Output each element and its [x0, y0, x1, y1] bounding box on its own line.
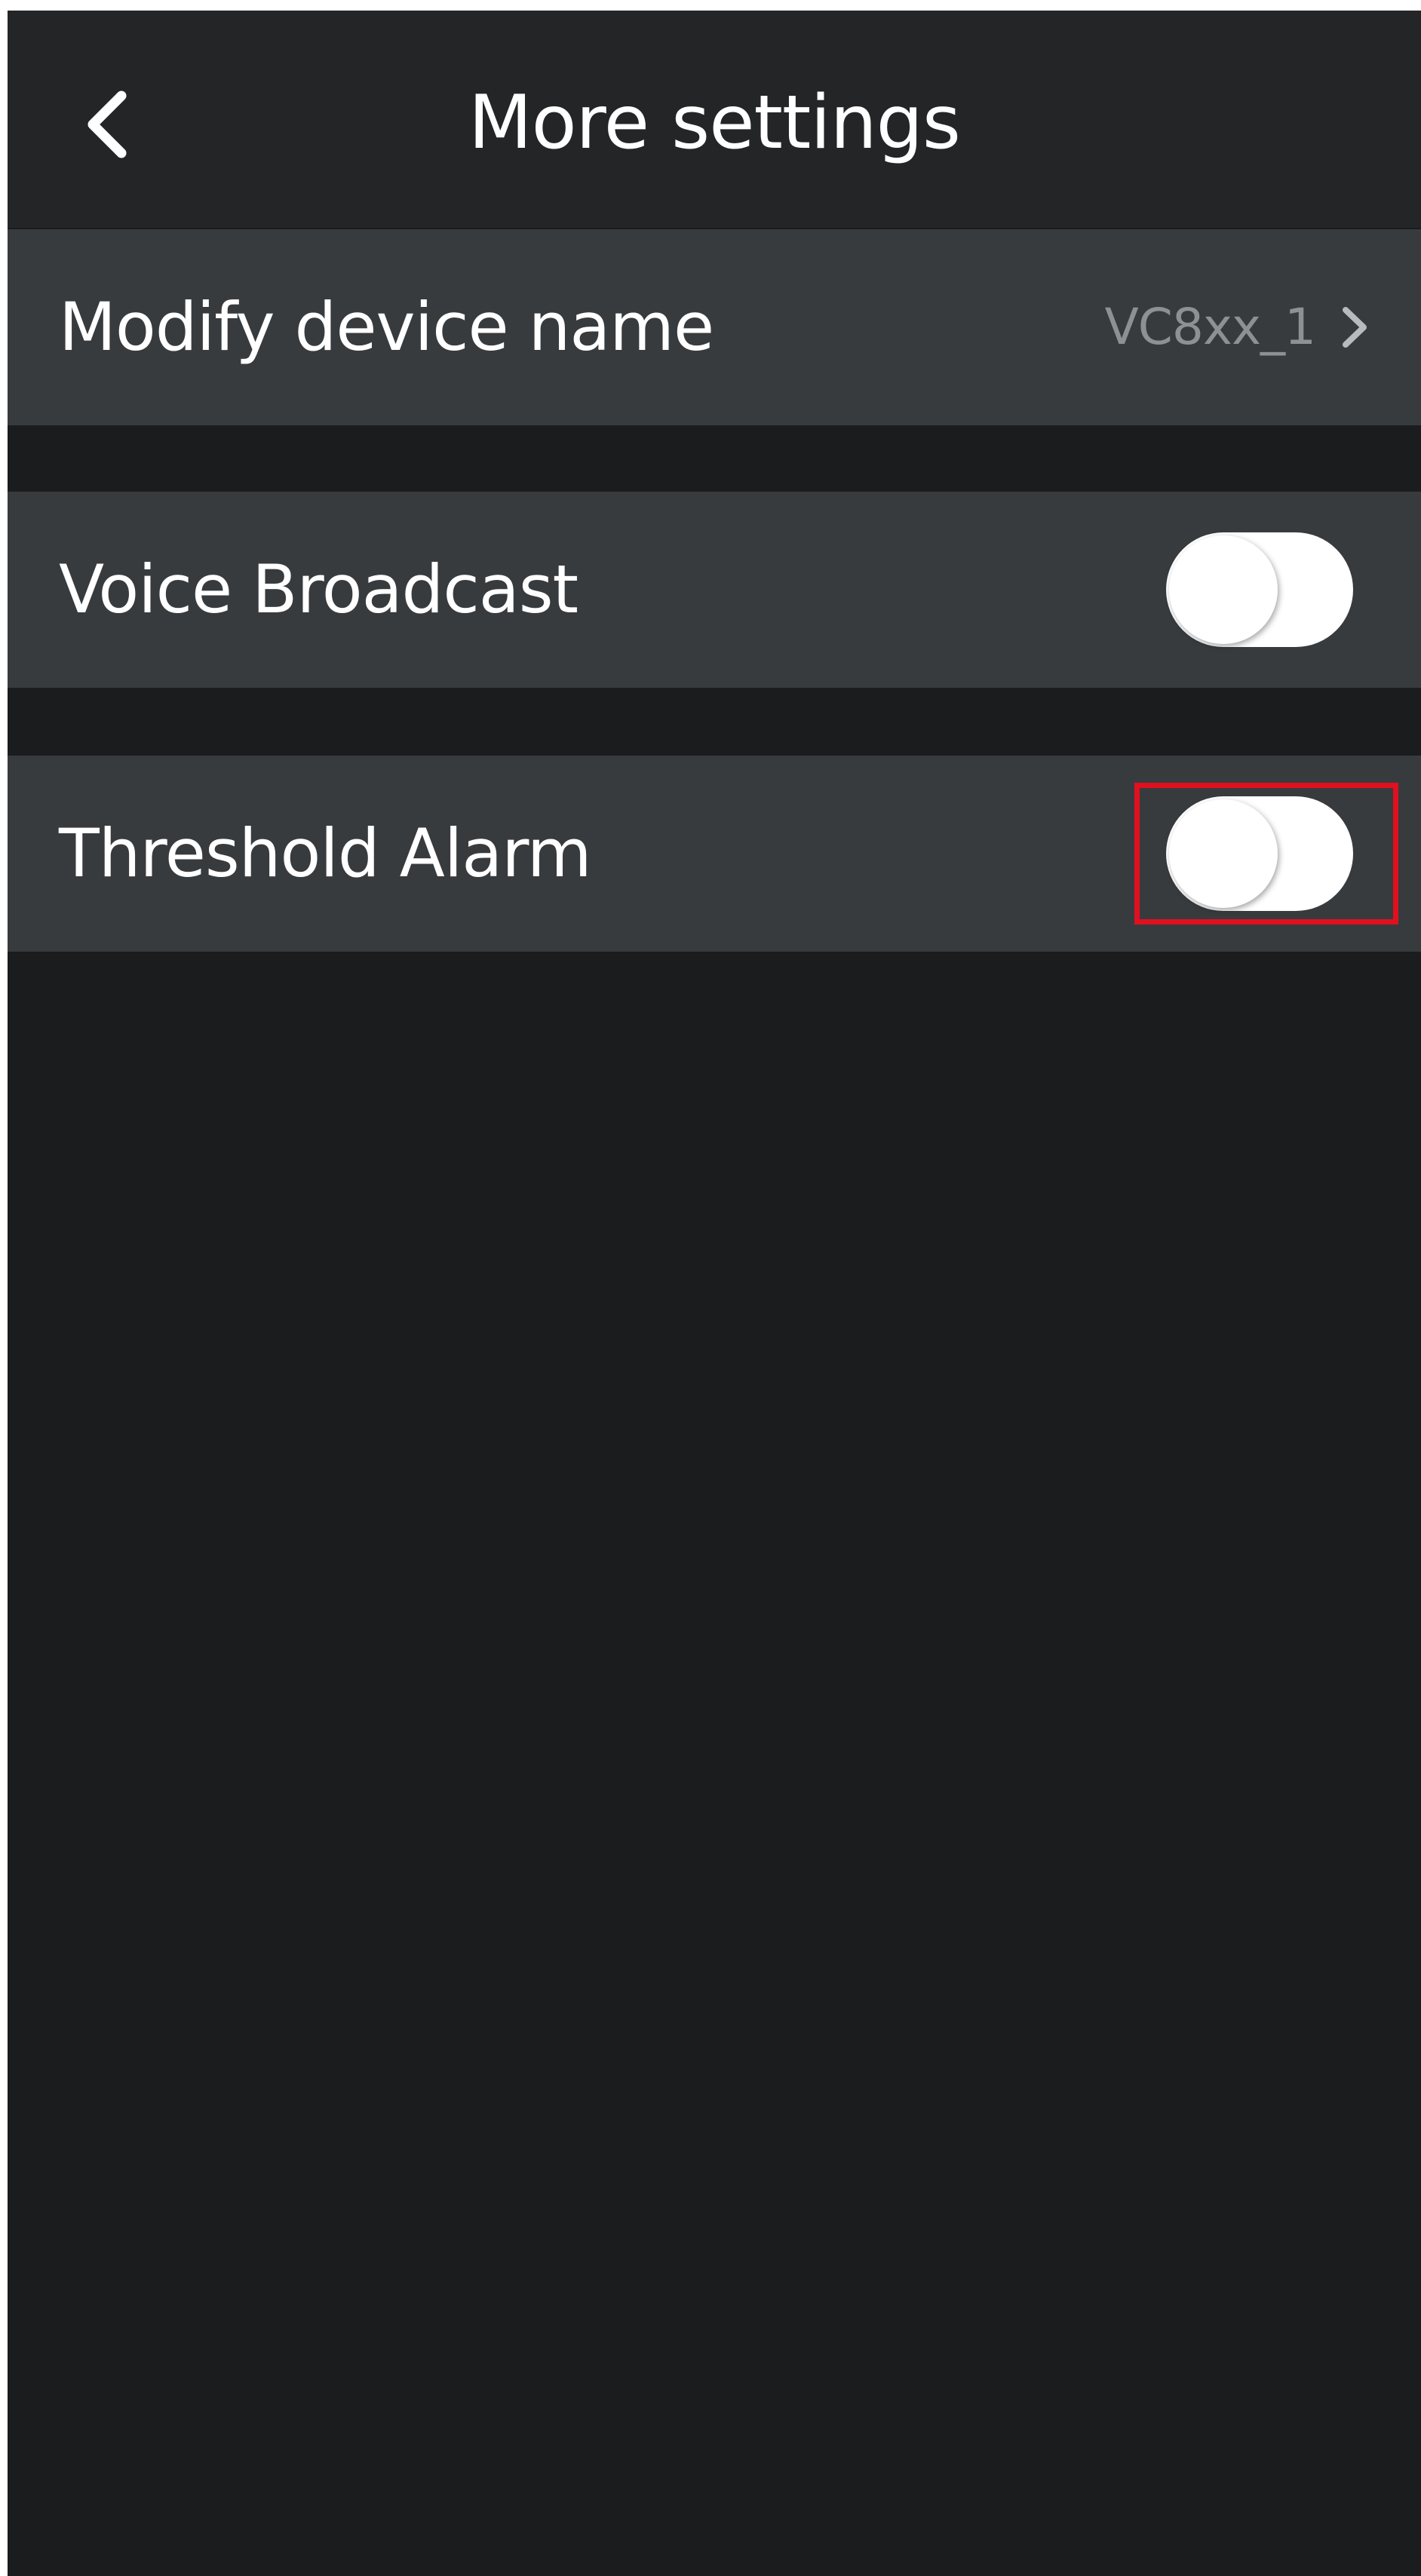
threshold-alarm-toggle[interactable] [1166, 796, 1353, 911]
voice-broadcast-label: Voice Broadcast [59, 550, 579, 628]
threshold-alarm-row: Threshold Alarm [8, 756, 1421, 952]
modify-device-name-label: Modify device name [59, 288, 714, 366]
device-name-value: VC8xx_1 [1104, 298, 1316, 356]
page-title: More settings [468, 80, 961, 166]
voice-broadcast-row: Voice Broadcast [8, 492, 1421, 688]
toggle-knob [1169, 535, 1278, 644]
settings-screen: More settings Modify device name VC8xx_1… [8, 11, 1421, 2576]
modify-device-name-row[interactable]: Modify device name VC8xx_1 [8, 229, 1421, 425]
toggle-knob [1169, 799, 1278, 908]
chevron-right-icon [1332, 301, 1377, 354]
threshold-alarm-label: Threshold Alarm [59, 814, 592, 892]
voice-broadcast-toggle[interactable] [1166, 532, 1353, 647]
top-bar: More settings [8, 11, 1421, 228]
